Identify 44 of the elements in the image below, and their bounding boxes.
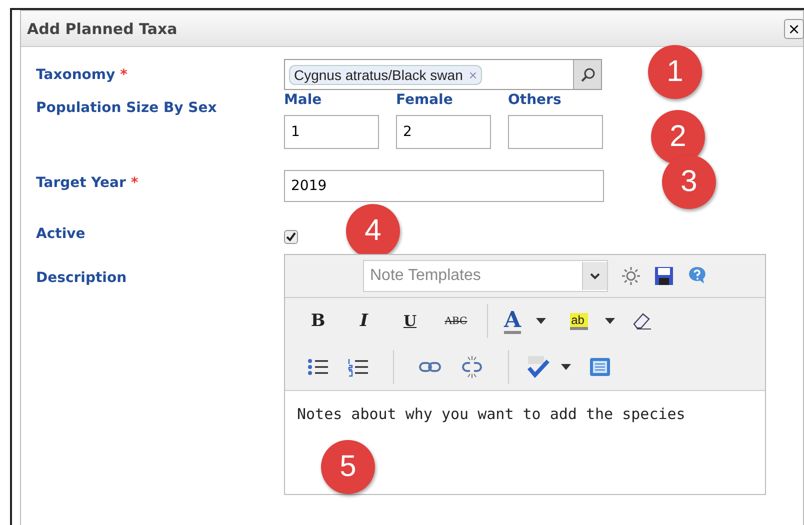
highlight-button[interactable]: ab <box>564 305 622 337</box>
required-mark: * <box>130 175 138 191</box>
callout-number: 3 <box>662 155 716 209</box>
link-icon[interactable] <box>418 360 442 374</box>
close-button[interactable]: × <box>784 18 804 38</box>
underline-button[interactable]: U <box>389 305 431 337</box>
input-label: Others <box>508 92 562 108</box>
field-label: Description <box>36 270 127 286</box>
font-color-button[interactable]: A <box>498 305 552 337</box>
taxonomy-field[interactable]: Cygnus atratus/Black swan × <box>284 59 602 90</box>
search-icon <box>580 66 596 82</box>
field-label: Population Size By Sex <box>36 100 217 116</box>
callout-number: 2 <box>651 110 705 164</box>
caret-icon[interactable] <box>536 318 546 324</box>
source-view-icon[interactable] <box>589 357 611 377</box>
number-field[interactable]: 2 <box>396 115 491 149</box>
unlink-icon[interactable] <box>460 355 484 379</box>
template-dropdown[interactable]: Note Templates <box>363 260 608 292</box>
dialog-title: Add Planned Taxa <box>27 20 178 38</box>
input-label: Female <box>396 92 454 108</box>
eraser-icon[interactable] <box>631 311 654 331</box>
chevron-down-icon <box>590 272 600 280</box>
number-field[interactable] <box>508 115 603 149</box>
callout-number: 1 <box>648 45 702 99</box>
active-checkbox[interactable] <box>284 230 298 244</box>
caret-icon[interactable] <box>561 364 571 370</box>
search-button[interactable] <box>573 60 601 89</box>
field-label: Taxonomy <box>36 67 116 83</box>
spellcheck-icon[interactable] <box>525 355 551 379</box>
selected-tag[interactable]: Cygnus atratus/Black swan × <box>289 64 482 84</box>
input-label: Male <box>284 92 323 108</box>
italic-button[interactable]: I <box>343 305 385 337</box>
field-label: Target Year <box>36 175 126 191</box>
strikethrough-button[interactable]: ABC <box>435 305 477 337</box>
caret-icon[interactable] <box>605 318 616 324</box>
required-mark: * <box>120 67 128 83</box>
year-field[interactable]: 2019 <box>284 170 604 202</box>
field-label: Active <box>36 226 86 242</box>
settings-icon[interactable] <box>620 265 642 287</box>
number-field[interactable]: 1 <box>284 115 379 149</box>
bullet-list-icon[interactable] <box>307 357 329 377</box>
save-icon[interactable] <box>654 266 674 286</box>
numbered-list-icon[interactable] <box>347 357 369 377</box>
bold-button[interactable]: B <box>297 305 339 337</box>
